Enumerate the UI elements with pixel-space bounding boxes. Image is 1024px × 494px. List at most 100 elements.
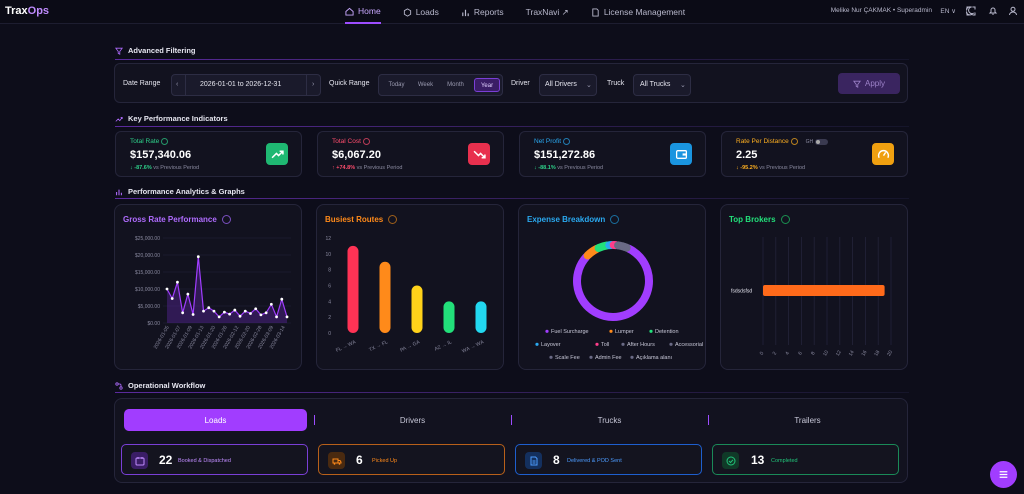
nav-traxnavi[interactable]: TraxNavi ↗ [526, 0, 569, 24]
info-icon[interactable] [563, 138, 571, 145]
tab-loads[interactable]: Loads [124, 409, 307, 431]
chevron-left-icon[interactable]: ‹ [176, 81, 178, 88]
kpi-card-net-profit[interactable]: Net Profit $151,272.86 ↓ -88.1% vs Previ… [519, 131, 706, 177]
chevron-right-icon[interactable]: › [312, 81, 314, 88]
document-icon [592, 7, 599, 17]
unit-toggle[interactable] [814, 138, 828, 145]
document-icon [530, 456, 537, 465]
section-divider [115, 126, 909, 127]
kpi-change: ↓ -88.1% vs Previous Period [534, 165, 604, 171]
apply-button[interactable]: Apply [838, 73, 900, 94]
y-tick-label: $5,000.00 [138, 304, 160, 310]
data-point [285, 315, 289, 319]
section-divider [115, 198, 909, 199]
x-tick-label: AZ → IL [434, 339, 453, 352]
wf-count: 8 [553, 453, 560, 467]
expense-donut-chart: Fuel Surcharge Lumper Detention Layover Toll… [535, 241, 703, 361]
x-tick-label: 12 [835, 349, 843, 357]
divider [185, 75, 186, 95]
y-tick-label: 12 [325, 236, 331, 242]
bar [347, 245, 359, 333]
nav-reports[interactable]: Reports [461, 0, 504, 24]
box-icon [403, 7, 411, 17]
tab-separator [708, 415, 709, 425]
x-tick-label: 20 [886, 349, 894, 357]
nav-home[interactable]: Home [345, 0, 381, 24]
kpi-icon [872, 143, 894, 165]
data-point [243, 309, 247, 313]
quick-range-year[interactable]: Year [474, 78, 500, 92]
quick-range-today[interactable]: Today [382, 78, 411, 92]
section-filtering-title: Advanced Filtering [115, 46, 196, 55]
legend-label: Accessorial [675, 342, 703, 348]
workflow-icon [115, 381, 123, 390]
bar-chart-icon [462, 9, 469, 16]
workflow-card-booked[interactable]: 22 Booked & Dispatched [121, 444, 308, 475]
gross-rate-line-chart: $0.00 $5,000.00 $10,000.00 $15,000.00 $20,00… [135, 236, 291, 350]
tab-trucks[interactable]: Trucks [518, 409, 701, 431]
data-point [212, 309, 216, 313]
wf-icon-wrap [328, 452, 345, 469]
nav-loads[interactable]: Loads [403, 0, 439, 24]
language-select[interactable]: EN ∨ [940, 7, 956, 15]
kpi-label: Total Rate [130, 138, 169, 145]
x-tick-label: PA → GA [399, 339, 421, 354]
menu-icon [999, 471, 1008, 478]
brand-logo[interactable]: TraxOps [5, 5, 49, 17]
top-brokers-bar-chart: 0 2 4 6 8 10 12 14 16 18 20 fsdsdsfsd [731, 237, 894, 357]
chart-card-top-brokers: Top Brokers 0 2 4 6 8 10 12 14 16 18 20 fsdsdsfsd [720, 204, 908, 370]
tab-drivers[interactable]: Drivers [321, 409, 504, 431]
legend-swatch [609, 329, 613, 333]
date-range-value[interactable]: 2026-01-01 to 2026-12-31 [200, 81, 281, 88]
data-point [254, 307, 258, 311]
tab-separator [314, 415, 315, 425]
wf-icon-wrap [722, 452, 739, 469]
user-info[interactable]: Melike Nur ÇAKMAK • Superadmin [831, 7, 932, 14]
kpi-value: $157,340.06 [130, 149, 192, 161]
kpi-label: Net Profit [534, 138, 571, 145]
date-range-picker[interactable]: ‹ 2026-01-01 to 2026-12-31 › [171, 74, 321, 96]
driver-select[interactable]: All Drivers ⌄ [539, 74, 597, 96]
data-point [238, 314, 242, 318]
home-icon [345, 7, 354, 16]
nav-reports-label: Reports [473, 7, 504, 17]
workflow-card-picked[interactable]: 6 Picked Up [318, 444, 505, 475]
trend-down-icon [473, 150, 486, 159]
y-tick-label: 2 [328, 315, 331, 321]
info-icon[interactable] [161, 138, 169, 145]
workflow-card-completed[interactable]: 13 Completed [712, 444, 899, 475]
x-tick-label: TX → FL [368, 339, 389, 353]
truck-select[interactable]: All Trucks ⌄ [633, 74, 691, 96]
user-icon[interactable] [1008, 6, 1018, 16]
info-icon[interactable] [362, 138, 370, 145]
kpi-card-total-rate[interactable]: Total Rate $157,340.06 ↓ -87.6% vs Previ… [115, 131, 302, 177]
date-range-label: Date Range [123, 80, 161, 87]
bar [475, 301, 487, 333]
y-tick-label: $15,000.00 [135, 270, 160, 276]
data-point [196, 255, 200, 259]
fullscreen-icon[interactable] [966, 6, 976, 16]
workflow-card-delivered[interactable]: 8 Delivered & POD Sent [515, 444, 702, 475]
kpi-card-total-cost[interactable]: Total Cost $6,067.20 ↑ +74.8% vs Previou… [317, 131, 504, 177]
tab-trailers[interactable]: Trailers [715, 409, 900, 431]
info-icon[interactable] [790, 138, 798, 145]
kpi-icon [468, 143, 490, 165]
data-point [233, 308, 237, 312]
y-tick-label: 6 [328, 284, 331, 290]
y-tick-label: 8 [328, 268, 331, 274]
truck-label: Truck [607, 80, 625, 87]
data-point [275, 315, 278, 319]
quick-range-week[interactable]: Week [411, 78, 440, 92]
x-tick-label: FL → WA [335, 339, 357, 354]
bell-icon[interactable] [988, 6, 998, 16]
unit-toggle-label: GH [805, 139, 814, 146]
quick-range-month[interactable]: Month [440, 78, 471, 92]
kpi-change: ↑ +74.8% vs Previous Period [332, 165, 403, 171]
bar [379, 261, 391, 333]
legend-swatch [545, 329, 549, 333]
y-tick-label: $10,000.00 [135, 287, 160, 293]
kpi-card-rate-per-distance[interactable]: Rate Per Distance GH 2.25 ↓ -95.2% vs Pr… [721, 131, 908, 177]
chart-card-expense: Expense Breakdown Fuel Surcharge Lumper De… [518, 204, 706, 370]
nav-license[interactable]: License Management [591, 0, 685, 24]
menu-fab-button[interactable] [990, 461, 1017, 488]
